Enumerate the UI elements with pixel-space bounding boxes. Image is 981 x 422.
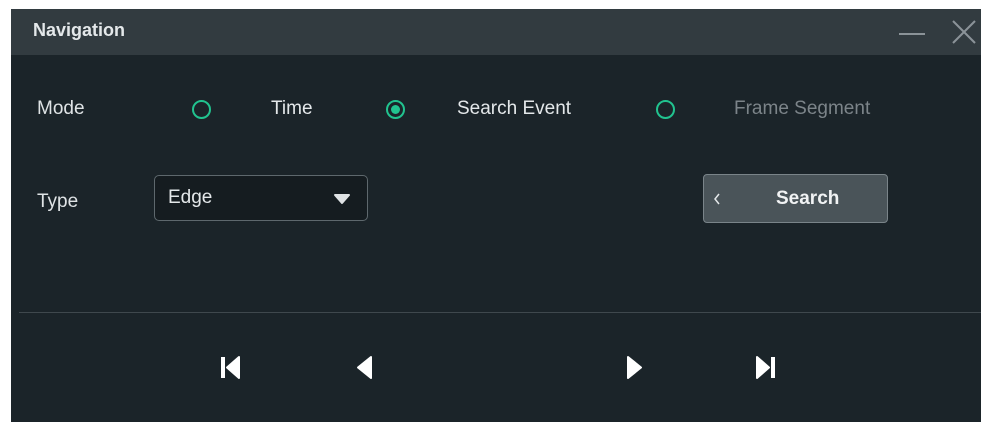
navigation-dialog: Navigation Mode Time Search Event Frame … [11,9,981,422]
title-bar: Navigation [11,9,981,55]
mode-time-label[interactable]: Time [271,98,313,120]
mode-search-event-radio[interactable] [386,100,405,119]
close-button[interactable] [947,15,981,49]
minimize-button[interactable] [895,15,929,49]
type-dropdown[interactable]: Edge [154,175,368,221]
chevron-left-icon [714,193,720,205]
previous-icon [357,356,372,379]
mode-time-radio[interactable] [192,100,211,119]
skip-to-last-button[interactable] [746,349,786,385]
divider [19,312,981,313]
mode-frame-segment-label[interactable]: Frame Segment [734,98,870,120]
dialog-title: Navigation [33,20,126,40]
next-button[interactable] [615,349,655,385]
search-button-label: Search [776,188,840,209]
search-button[interactable]: Search [703,174,888,223]
skip-to-first-button[interactable] [210,349,250,385]
minimize-icon [899,33,925,35]
close-icon [952,20,976,44]
radio-selected-dot [391,105,400,114]
previous-button[interactable] [344,349,384,385]
type-selected-value: Edge [168,187,213,208]
caret-down-icon [334,194,350,204]
skip-to-last-icon [756,356,775,379]
mode-search-event-label[interactable]: Search Event [457,98,571,120]
next-icon [627,356,642,379]
skip-to-first-icon [221,356,240,379]
type-label: Type [37,191,79,212]
mode-frame-segment-radio[interactable] [656,100,675,119]
mode-label: Mode [37,98,85,119]
